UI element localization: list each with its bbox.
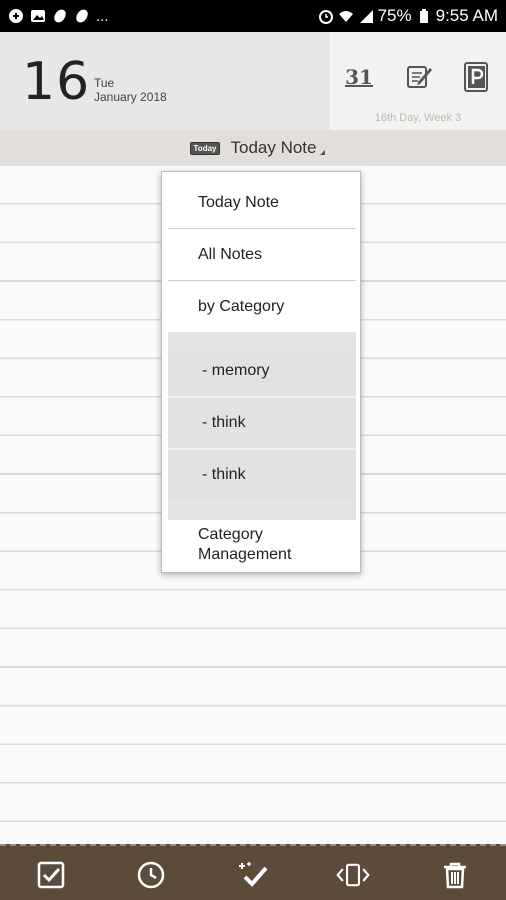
menu-divider: [168, 228, 356, 229]
swap-page-icon: [336, 863, 370, 887]
delete-button[interactable]: [438, 858, 472, 892]
menu-item-by-category[interactable]: by Category: [168, 282, 356, 332]
bottom-toolbar: [0, 844, 506, 900]
dropdown-caret-icon: [320, 150, 325, 155]
more-notifications: ...: [96, 7, 109, 25]
calendar-icon: 31: [345, 65, 373, 89]
battery-icon: [419, 9, 428, 23]
date-header: 16 Tue January 2018 31 16th Day, Week 3: [0, 32, 506, 130]
status-bar: ... 75% 9:55 AM: [0, 0, 506, 32]
image-notification-icon: [31, 10, 45, 22]
menu-item-all-notes[interactable]: All Notes: [168, 230, 356, 280]
menu-item-category-management[interactable]: Category Management: [168, 522, 356, 568]
edit-note-icon: [407, 66, 432, 88]
history-button[interactable]: [134, 858, 168, 892]
checkbox-icon: [37, 861, 65, 889]
planner-button[interactable]: [460, 60, 494, 94]
planner-p-icon: [464, 62, 488, 92]
signal-icon: [359, 10, 373, 23]
day-week-info: 16th Day, Week 3: [374, 112, 462, 124]
leaf-notification-icon: [54, 9, 66, 23]
leaf-notification-icon: [76, 9, 88, 23]
category-management-line1: Category: [198, 526, 263, 543]
write-note-button[interactable]: [402, 60, 436, 94]
magic-check-icon: [239, 862, 268, 887]
month-year-label: January 2018: [94, 90, 167, 104]
wifi-icon: [338, 11, 353, 22]
day-number: 16: [22, 52, 91, 112]
today-badge-icon: Today: [189, 141, 221, 155]
todo-button[interactable]: [34, 858, 68, 892]
clock-icon: [137, 861, 165, 889]
category-item-memory[interactable]: - memory: [168, 346, 356, 396]
switch-page-button[interactable]: [336, 858, 370, 892]
trash-icon: [444, 862, 466, 889]
notification-icons: ...: [8, 8, 109, 24]
auto-check-button[interactable]: [236, 858, 270, 892]
battery-percent: 75%: [377, 6, 412, 25]
header-actions: 31 16th Day, Week 3: [330, 32, 506, 130]
category-management-line2: Management: [198, 546, 292, 563]
note-mode-selector[interactable]: Today Today Note: [0, 130, 506, 166]
category-item-think[interactable]: - think: [168, 450, 356, 500]
category-item-think[interactable]: - think: [168, 398, 356, 448]
weekday-label: Tue: [94, 76, 115, 90]
calendar-button[interactable]: 31: [342, 60, 376, 94]
app-notification-icon: [9, 9, 23, 23]
current-mode-title: Today Note: [230, 138, 317, 157]
system-icons: 75% 9:55 AM: [318, 6, 498, 26]
clock-time: 9:55 AM: [435, 6, 498, 25]
date-block[interactable]: 16 Tue January 2018: [0, 32, 330, 130]
menu-divider: [168, 280, 356, 281]
menu-item-today-note[interactable]: Today Note: [168, 178, 356, 228]
alarm-icon: [318, 10, 333, 24]
mode-dropdown-menu: Today Note All Notes by Category - memor…: [161, 171, 361, 573]
